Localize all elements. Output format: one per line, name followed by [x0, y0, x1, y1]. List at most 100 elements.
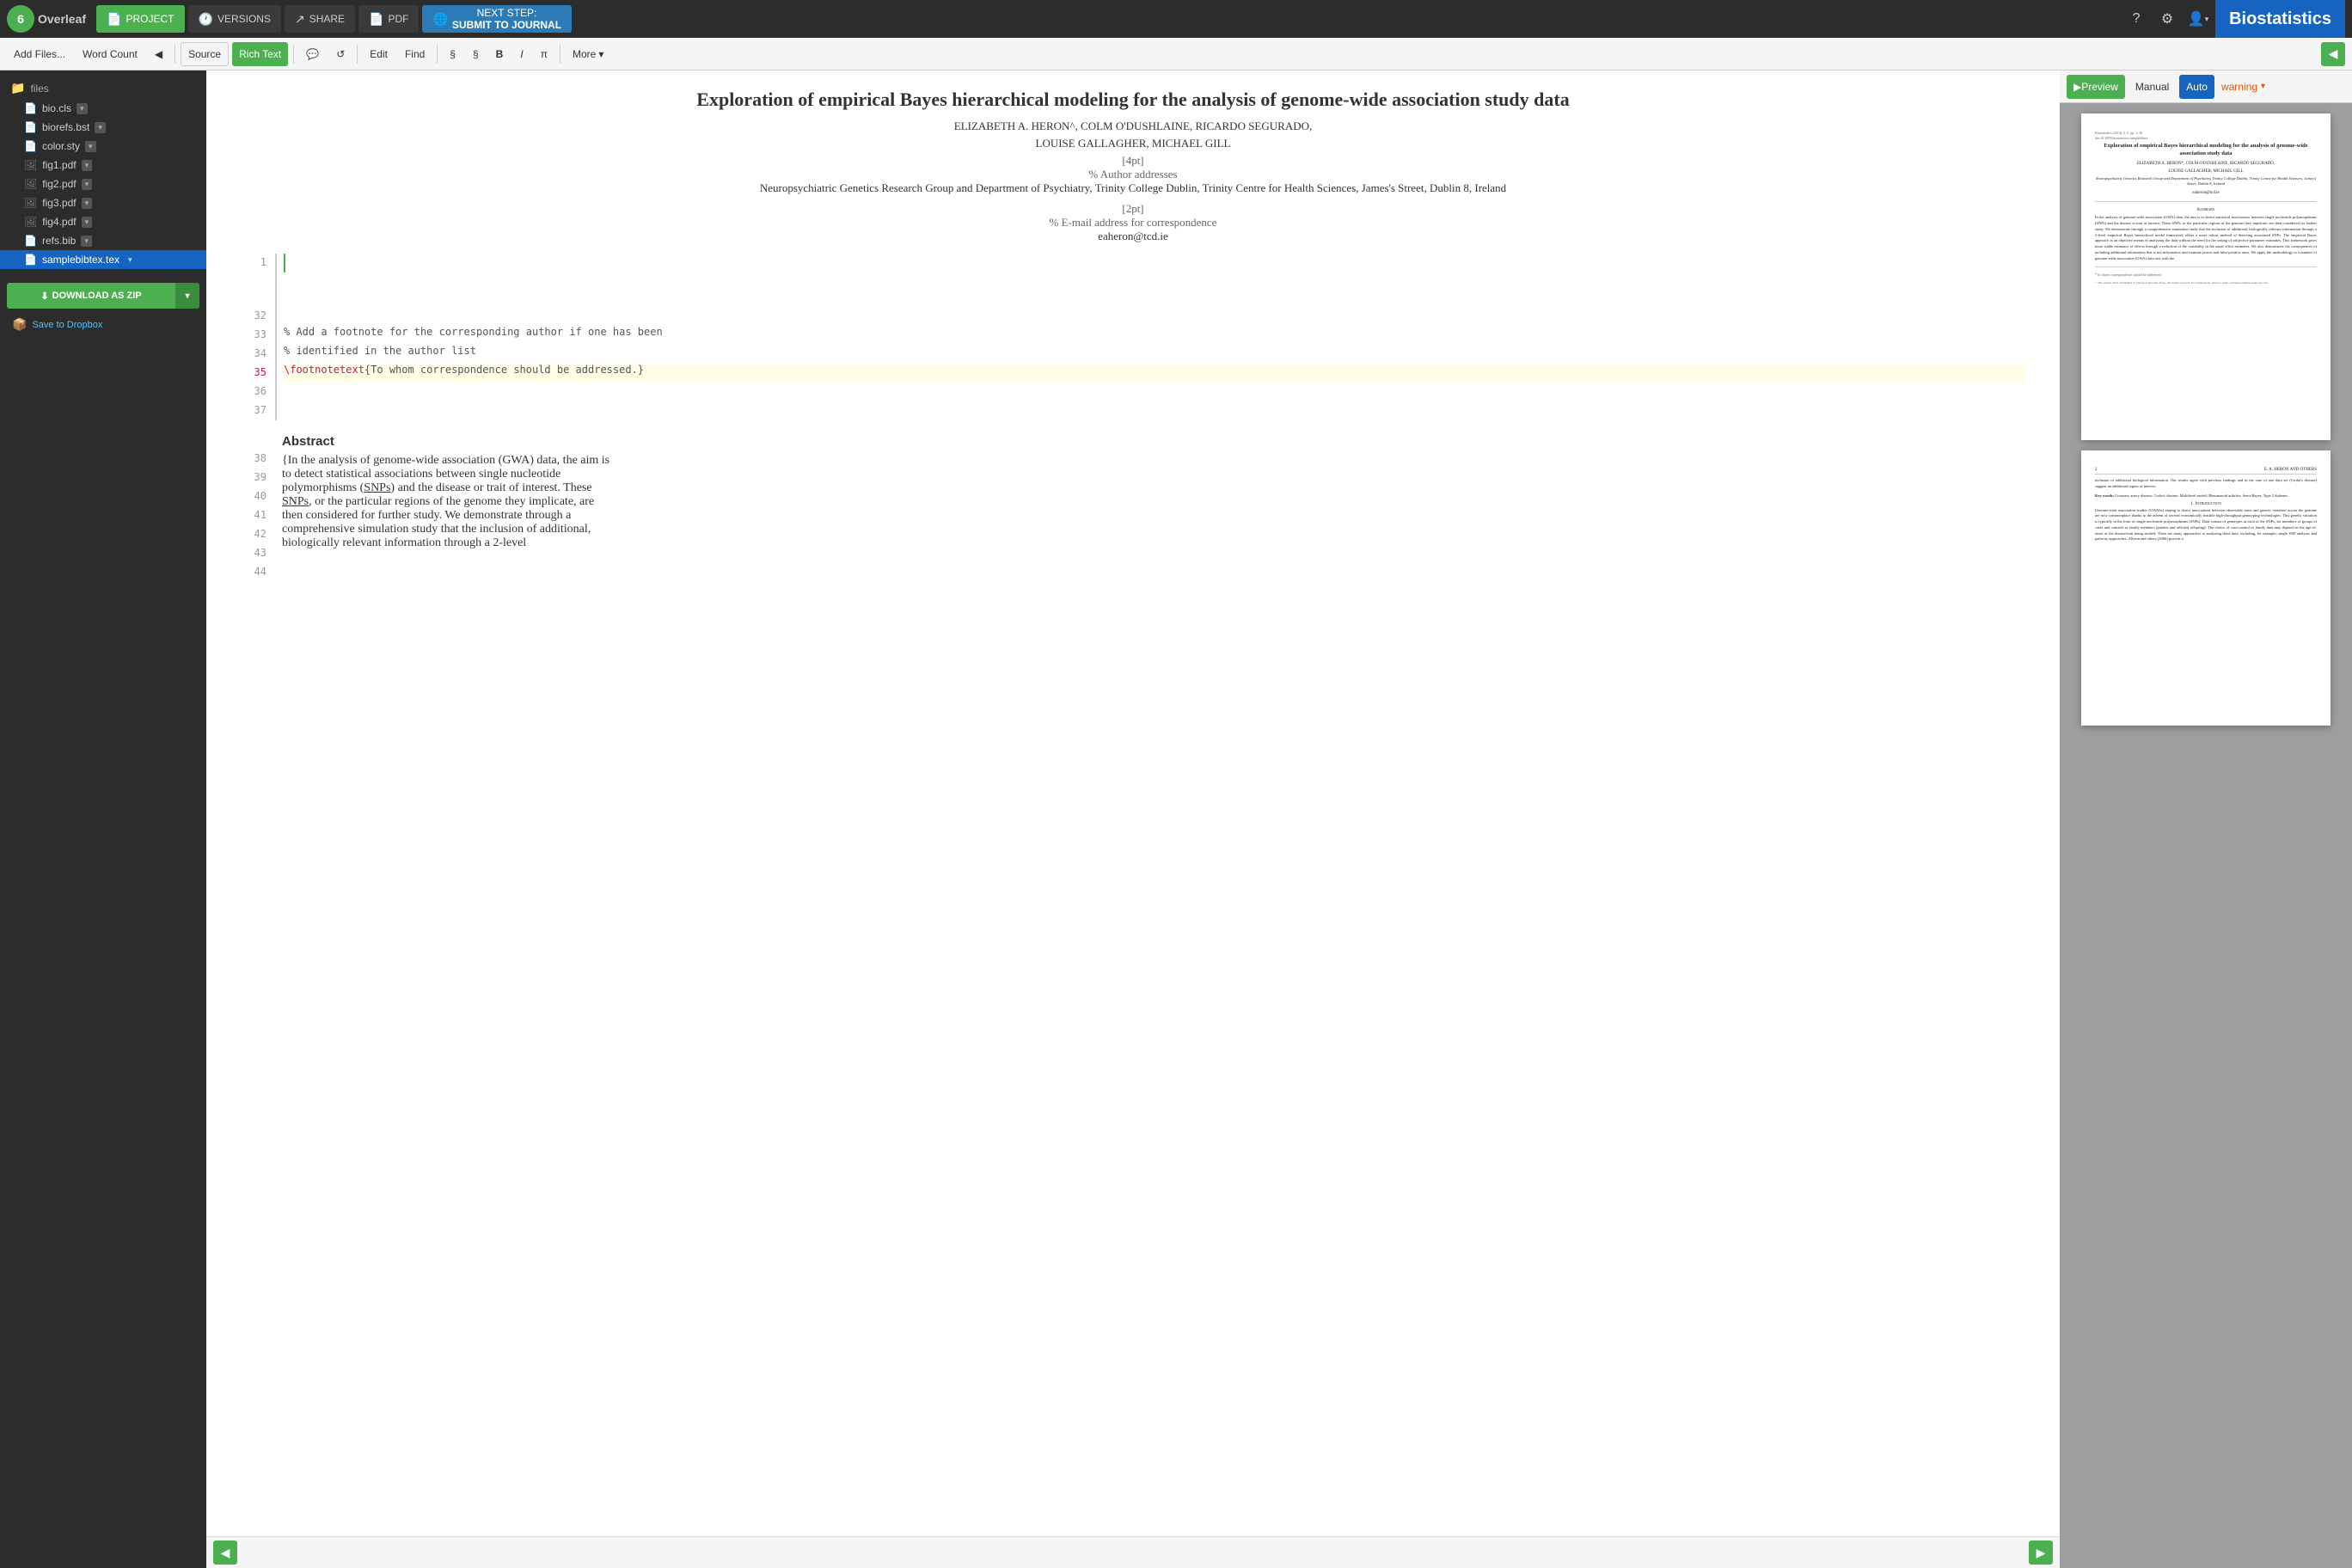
- file-item-fig1-pdf[interactable]: 🖼 fig1.pdf ▾: [0, 156, 206, 175]
- code-line-34: % identified in the author list: [284, 345, 2025, 364]
- file-item-fig4-pdf[interactable]: 🖼 fig4.pdf ▾: [0, 212, 206, 231]
- file-chevron-fig3[interactable]: ▾: [82, 198, 93, 209]
- file-icon-biorefs: 📄: [24, 121, 37, 133]
- preview-button[interactable]: ▶ Preview: [2067, 75, 2125, 99]
- preview-page2-keywords: Key words: Coronary artery disease; Croh…: [2095, 493, 2317, 498]
- edit-button[interactable]: Edit: [363, 42, 395, 66]
- file-icon-fig2: 🖼: [24, 178, 37, 190]
- source-button[interactable]: Source: [181, 42, 229, 66]
- logo: 6 Overleaf: [7, 5, 86, 33]
- preview-content[interactable]: Biostatistics (2014), 0, 0, pp. 1–30 doi…: [2060, 103, 2352, 1568]
- rich-text-button[interactable]: Rich Text: [232, 42, 288, 66]
- doc-comment-author-addresses: % Author addresses: [241, 168, 2025, 181]
- section-button-1[interactable]: §: [443, 42, 462, 66]
- preview-section-intro-title: 1. Introduction: [2095, 501, 2317, 506]
- preview-page2-intro: Genome-wide association studies (GWASs) …: [2095, 508, 2317, 543]
- toolbar-divider-3: [357, 45, 358, 64]
- more-button[interactable]: More ▾: [566, 42, 610, 66]
- file-item-bio-cls[interactable]: 📄 bio.cls ▾: [0, 99, 206, 118]
- line-num-42: 42: [241, 525, 266, 544]
- share-icon: ↗: [295, 12, 305, 27]
- sidebar-actions: ⬇ DOWNLOAD AS ZIP ▾ 📦 Save to Dropbox: [0, 276, 206, 342]
- biostatistics-label: Biostatistics: [2215, 0, 2345, 38]
- line-num-37: 37: [241, 401, 266, 420]
- file-chevron-color-sty[interactable]: ▾: [85, 141, 96, 152]
- editor-content[interactable]: Exploration of empirical Bayes hierarchi…: [206, 70, 2060, 1536]
- code-lines[interactable]: % Add a footnote for the corresponding a…: [275, 254, 2025, 420]
- left-arrow-icon: ◀: [2329, 46, 2338, 61]
- overleaf-logo: 6: [7, 5, 34, 33]
- doc-placeholder-4pt: [4pt]: [241, 154, 2025, 168]
- file-item-color-sty[interactable]: 📄 color.sty ▾: [0, 137, 206, 156]
- preview-play-icon: ▶: [2073, 81, 2081, 93]
- file-chevron-refs[interactable]: ▾: [81, 236, 92, 247]
- download-zip-button[interactable]: ⬇ DOWNLOAD AS ZIP ▾: [7, 283, 199, 309]
- abstract-line-41: SNPs, or the particular regions of the g…: [282, 495, 2025, 509]
- file-name-fig2: fig2.pdf: [42, 178, 76, 190]
- file-item-biorefs-bst[interactable]: 📄 biorefs.bst ▾: [0, 118, 206, 137]
- file-item-fig3-pdf[interactable]: 🖼 fig3.pdf ▾: [0, 193, 206, 212]
- help-icon: ?: [2133, 11, 2141, 27]
- file-item-fig2-pdf[interactable]: 🖼 fig2.pdf ▾: [0, 175, 206, 193]
- italic-button[interactable]: I: [513, 42, 530, 66]
- history-button[interactable]: ↺: [329, 42, 352, 66]
- abstract-line-42: then considered for further study. We de…: [282, 509, 2025, 523]
- file-name-color-sty: color.sty: [42, 140, 80, 152]
- share-button[interactable]: ↗ SHARE: [285, 5, 355, 33]
- file-chevron-fig4[interactable]: ▾: [82, 217, 93, 228]
- file-item-refs-bib[interactable]: 📄 refs.bib ▾: [0, 231, 206, 250]
- comment-button[interactable]: 💬: [299, 42, 326, 66]
- bottom-prev-arrow-icon: ◀: [221, 1546, 230, 1560]
- next-step-button[interactable]: 🌐 NEXT STEP: SUBMIT TO JOURNAL: [422, 5, 572, 33]
- file-name-fig1: fig1.pdf: [42, 159, 76, 171]
- top-navbar: 6 Overleaf 📄 PROJECT 🕐 VERSIONS ↗ SHARE …: [0, 0, 2352, 38]
- manual-label: Manual: [2135, 81, 2169, 93]
- manual-button[interactable]: Manual: [2128, 75, 2176, 99]
- preview-label: Preview: [2081, 81, 2118, 93]
- code-line-1: [284, 254, 2025, 273]
- bottom-next-arrow-button[interactable]: ▶: [2029, 1540, 2053, 1565]
- section-button-2[interactable]: §: [466, 42, 486, 66]
- file-chevron-samplebibtex[interactable]: ▾: [125, 254, 136, 266]
- bold-button[interactable]: B: [489, 42, 511, 66]
- line-num-39: 39: [241, 469, 266, 487]
- pdf-button[interactable]: 📄 PDF: [358, 5, 419, 33]
- user-icon: 👤: [2188, 10, 2205, 28]
- help-button[interactable]: ?: [2122, 5, 2150, 33]
- edit-label: Edit: [370, 48, 388, 60]
- file-chevron-biorefs[interactable]: ▾: [95, 122, 106, 133]
- add-files-button[interactable]: Add Files...: [7, 42, 72, 66]
- download-zip-chevron: ▾: [175, 283, 199, 309]
- file-chevron-fig1[interactable]: ▾: [82, 160, 93, 171]
- auto-label: Auto: [2186, 81, 2208, 93]
- settings-button[interactable]: ⚙: [2153, 5, 2181, 33]
- download-icon: ⬇: [40, 291, 48, 302]
- preview-page2-authors: E. A. HERON AND OTHERS: [2264, 468, 2317, 472]
- math-button[interactable]: π: [534, 42, 554, 66]
- file-item-samplebibtex[interactable]: 📄 samplebibtex.tex ▾: [0, 250, 206, 269]
- user-button[interactable]: 👤 ▾: [2184, 5, 2212, 33]
- file-chevron-bio-cls[interactable]: ▾: [77, 103, 88, 114]
- editor-rich-text: Exploration of empirical Bayes hierarchi…: [241, 88, 2025, 247]
- keywords-label: Key words:: [2095, 493, 2114, 498]
- prev-arrow-button[interactable]: ◀: [2321, 42, 2345, 66]
- save-to-dropbox-button[interactable]: 📦 Save to Dropbox: [7, 314, 199, 335]
- italic-icon: I: [520, 48, 523, 60]
- collapse-sidebar-button[interactable]: ◀: [148, 42, 169, 66]
- download-zip-label: DOWNLOAD AS ZIP: [52, 291, 142, 301]
- doc-institution: Neuropsychiatric Genetics Research Group…: [241, 181, 2025, 195]
- bottom-nav-arrows: ◀ ▶: [206, 1536, 2060, 1568]
- file-chevron-fig2[interactable]: ▾: [82, 179, 93, 190]
- preview-separator-1: [2095, 201, 2317, 202]
- bottom-prev-arrow-button[interactable]: ◀: [213, 1540, 237, 1565]
- abstract-line-40: polymorphisms (SNPs) and the disease or …: [282, 481, 2025, 495]
- line-num-32: 32: [241, 307, 266, 326]
- word-count-button[interactable]: Word Count: [76, 42, 144, 66]
- project-label: PROJECT: [126, 13, 174, 25]
- doc-title: Exploration of empirical Bayes hierarchi…: [241, 88, 2025, 113]
- find-button[interactable]: Find: [398, 42, 432, 66]
- files-folder: 📁 files: [0, 77, 206, 99]
- versions-button[interactable]: 🕐 VERSIONS: [188, 5, 281, 33]
- auto-button[interactable]: Auto: [2179, 75, 2214, 99]
- project-button[interactable]: 📄 PROJECT: [96, 5, 184, 33]
